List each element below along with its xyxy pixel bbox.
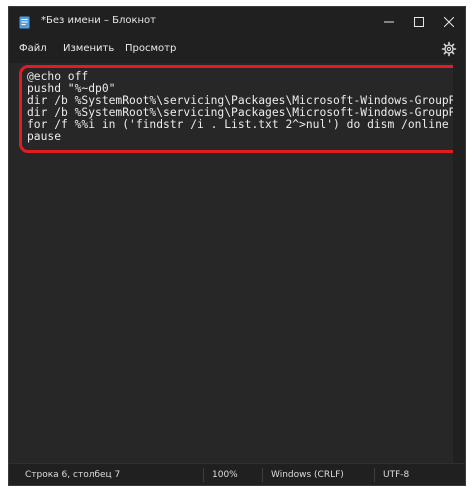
zoom-level: 100% [212, 470, 238, 480]
vertical-scrollbar[interactable] [453, 63, 465, 463]
title-bar[interactable]: *Без имени – Блокнот [9, 7, 465, 37]
menu-file[interactable]: Файл [19, 43, 47, 54]
window-title: *Без имени – Блокнот [41, 15, 156, 26]
cursor-position: Строка 6, столбец 7 [25, 470, 121, 480]
status-divider [374, 468, 375, 482]
gear-icon [441, 41, 457, 57]
highlight-annotation [19, 65, 453, 153]
settings-button[interactable] [441, 41, 457, 57]
notepad-icon [19, 16, 30, 29]
minimize-icon [384, 21, 394, 23]
status-divider [203, 468, 204, 482]
menu-view[interactable]: Просмотр [125, 43, 176, 54]
close-button[interactable] [431, 7, 465, 37]
text-editor[interactable]: @echo off pushd "%~dp0" dir /b %SystemRo… [9, 63, 453, 463]
line-endings: Windows (CRLF) [271, 470, 344, 480]
menu-edit[interactable]: Изменить [63, 43, 114, 54]
encoding: UTF-8 [383, 470, 410, 480]
menu-bar: Файл Изменить Просмотр [9, 37, 465, 63]
close-icon [444, 17, 454, 27]
status-bar: Строка 6, столбец 7 100% Windows (CRLF) … [9, 463, 465, 485]
status-divider [262, 468, 263, 482]
notepad-window: *Без имени – Блокнот Файл Изменить Просм… [8, 6, 466, 486]
maximize-icon [414, 17, 424, 27]
